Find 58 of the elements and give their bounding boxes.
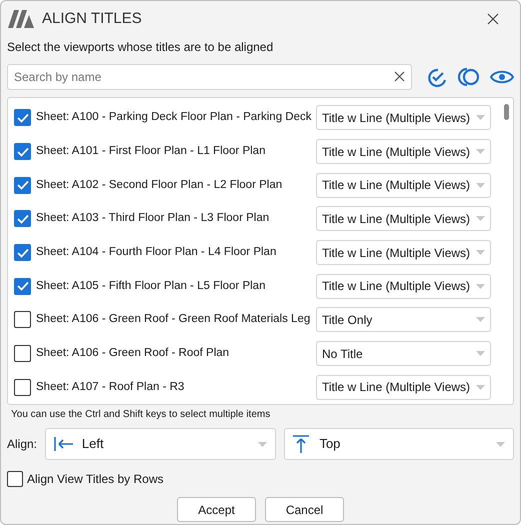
title-style-dropdown[interactable]: No Title (316, 341, 491, 366)
viewport-label[interactable]: Sheet: A101 - First Floor Plan - L1 Floor Plan (36, 142, 314, 160)
close-icon[interactable] (487, 13, 499, 25)
select-all-icon[interactable] (426, 67, 448, 87)
viewport-label[interactable]: Sheet: A106 - Green Roof - Roof Plan (36, 344, 314, 362)
search-field[interactable]: Search by name (7, 64, 412, 90)
caret-icon (476, 284, 485, 289)
logo-icon (8, 10, 34, 28)
checkbox-label[interactable]: Align View Titles by Rows (27, 470, 164, 488)
checkbox[interactable] (14, 378, 31, 396)
checkbox[interactable] (14, 210, 31, 228)
caret-icon (476, 182, 485, 188)
title-style-dropdown[interactable]: Title w Line (Multiple Views) (316, 274, 491, 299)
title-style-dropdown[interactable]: Title w Line (Multiple Views) (316, 139, 491, 164)
caret-icon (476, 317, 485, 322)
caret-icon (258, 442, 268, 446)
eye-icon[interactable] (490, 69, 514, 85)
title-style-dropdown[interactable]: Title Only (316, 307, 491, 332)
caret-icon (476, 216, 485, 222)
checkbox[interactable] (14, 244, 31, 262)
align-top-icon (293, 435, 310, 453)
align-left-icon (54, 437, 74, 451)
caret-icon (476, 149, 485, 154)
accept-button[interactable]: Accept (177, 497, 256, 522)
cancel-button[interactable]: Cancel (265, 497, 344, 522)
checkbox[interactable] (14, 143, 31, 160)
checkbox[interactable] (14, 345, 31, 362)
scrollbar-thumb[interactable] (504, 104, 509, 120)
viewport-label[interactable]: Sheet: A103 - Third Floor Plan - L3 Floor Plan (36, 210, 314, 228)
title-style-dropdown[interactable]: Title w Line (Multiple Views) (316, 240, 491, 266)
viewport-label[interactable]: Sheet: A102 - Second Floor Plan - L2 Floor Plan (36, 176, 314, 194)
checkbox[interactable] (14, 311, 31, 328)
viewport-label[interactable]: Sheet: A100 - Parking Deck Floor Plan - Parking Deck (36, 109, 314, 126)
caret-icon (496, 442, 505, 446)
viewport-label[interactable]: Sheet: A107 - Roof Plan - R3 (36, 378, 314, 396)
caret-icon (476, 115, 485, 120)
title-style-dropdown[interactable]: Title w Line (Multiple Views) (316, 374, 491, 400)
window-title: ALIGN TITLES (42, 8, 142, 29)
align-label: Align: (7, 436, 38, 453)
vertical-align-dropdown[interactable]: Top (284, 428, 514, 460)
viewport-label[interactable]: Sheet: A105 - Fifth Floor Plan - L5 Floor Plan (36, 278, 314, 295)
viewport-label[interactable]: Sheet: A106 - Green Roof - Green Roof Materials Leg (36, 311, 314, 328)
caret-icon (476, 250, 485, 256)
deselect-all-icon[interactable] (458, 67, 480, 87)
clear-icon[interactable] (394, 71, 406, 82)
caret-icon (476, 384, 485, 390)
caret-icon (476, 351, 485, 356)
checkbox[interactable] (14, 176, 31, 194)
title-style-dropdown[interactable]: Title w Line (Multiple Views) (316, 206, 491, 232)
horizontal-align-dropdown[interactable]: Left (44, 428, 276, 460)
viewport-label[interactable]: Sheet: A104 - Fourth Floor Plan - L4 Floor Plan (36, 244, 314, 262)
hint-text: You can use the Ctrl and Shift keys to select multiple items (10, 408, 272, 422)
instruction-text: Select the viewports whose titles are to be aligned (6, 39, 274, 55)
checkbox[interactable] (7, 471, 23, 487)
title-style-dropdown[interactable]: Title w Line (Multiple Views) (316, 105, 491, 130)
checkbox[interactable] (14, 278, 31, 295)
checkbox[interactable] (14, 109, 31, 126)
title-style-dropdown[interactable]: Title w Line (Multiple Views) (316, 172, 491, 198)
